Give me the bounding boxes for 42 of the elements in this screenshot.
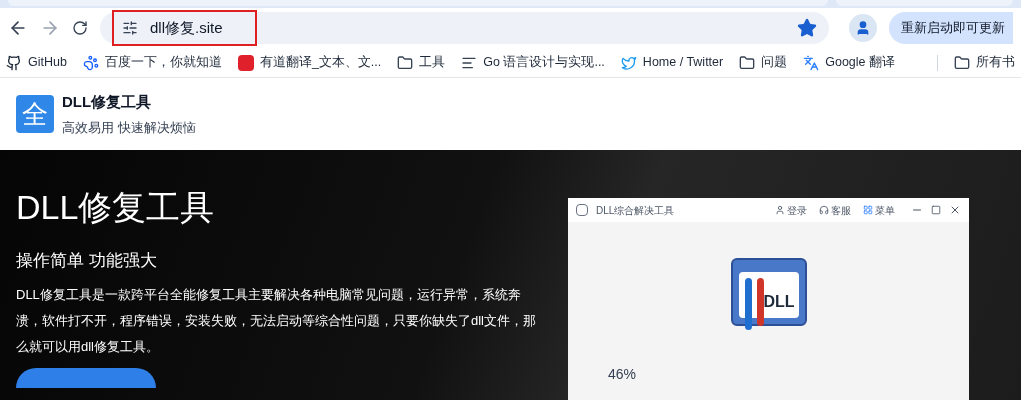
site-title: DLL修复工具: [62, 92, 153, 112]
github-icon: [6, 54, 22, 71]
app-action[interactable]: 登录: [775, 202, 807, 218]
hero-button[interactable]: [16, 367, 156, 388]
update-button[interactable]: 重新启动即可更新: [889, 12, 1013, 44]
bookmark-item[interactable]: 问题: [739, 53, 788, 72]
hero-title: DLL修复工具: [16, 190, 216, 224]
bookmark-item[interactable]: 百度一下，你就知道: [82, 53, 222, 72]
progress-percent: 46%: [608, 365, 638, 384]
bookmark-item[interactable]: 有道翻译_文本、文...: [237, 53, 382, 72]
translate-icon: [803, 54, 820, 71]
address-bar[interactable]: dll修复.site: [100, 12, 829, 44]
bookmark-star-icon[interactable]: [797, 18, 817, 38]
reload-icon[interactable]: [72, 20, 88, 36]
app-window-title: DLL综合解决工具: [596, 203, 675, 218]
folder-icon: [954, 54, 970, 71]
maximize-icon[interactable]: [931, 205, 941, 215]
bookmark-item[interactable]: Google 翻译: [803, 53, 895, 72]
bookmark-item[interactable]: Home / Twitter: [620, 53, 724, 72]
user-icon: [775, 205, 785, 215]
square-logo-icon: [237, 54, 254, 71]
url-text: dll修复.site: [150, 17, 224, 38]
site-settings-icon[interactable]: [122, 20, 138, 36]
site-subtitle: 高效易用 快速解决烦恼: [62, 118, 196, 137]
hero-description: DLL修复工具是一款跨平台全能修复工具主要解决各种电脑常见问题，运行异常，系统奔溃，软件打不开，程序错误，安装失败，无法启动等综合性问题，只要你缺失了dll文件，那么就可以用dll修复工具。: [16, 285, 536, 356]
folder-icon: [397, 54, 414, 71]
bookmark-item[interactable]: 工具: [397, 53, 446, 72]
bird-icon: [620, 54, 637, 71]
close-icon[interactable]: [949, 204, 961, 216]
grid-icon: [863, 205, 873, 215]
app-action[interactable]: 菜单: [863, 202, 895, 218]
bookmark-item[interactable]: Go 语言设计与实现...: [461, 53, 605, 72]
app-action[interactable]: 客服: [819, 202, 851, 218]
hero-subtitle: 操作简单 功能强大: [16, 250, 158, 272]
profile-avatar[interactable]: [849, 14, 877, 42]
folder-icon: [739, 54, 756, 71]
app-icon: [576, 204, 588, 216]
bookmark-item[interactable]: 所有书: [954, 53, 1015, 72]
paw-icon: [82, 54, 99, 71]
site-logo: 全: [16, 95, 54, 133]
headset-icon: [819, 205, 829, 215]
bookmark-item[interactable]: GitHub: [6, 53, 67, 72]
